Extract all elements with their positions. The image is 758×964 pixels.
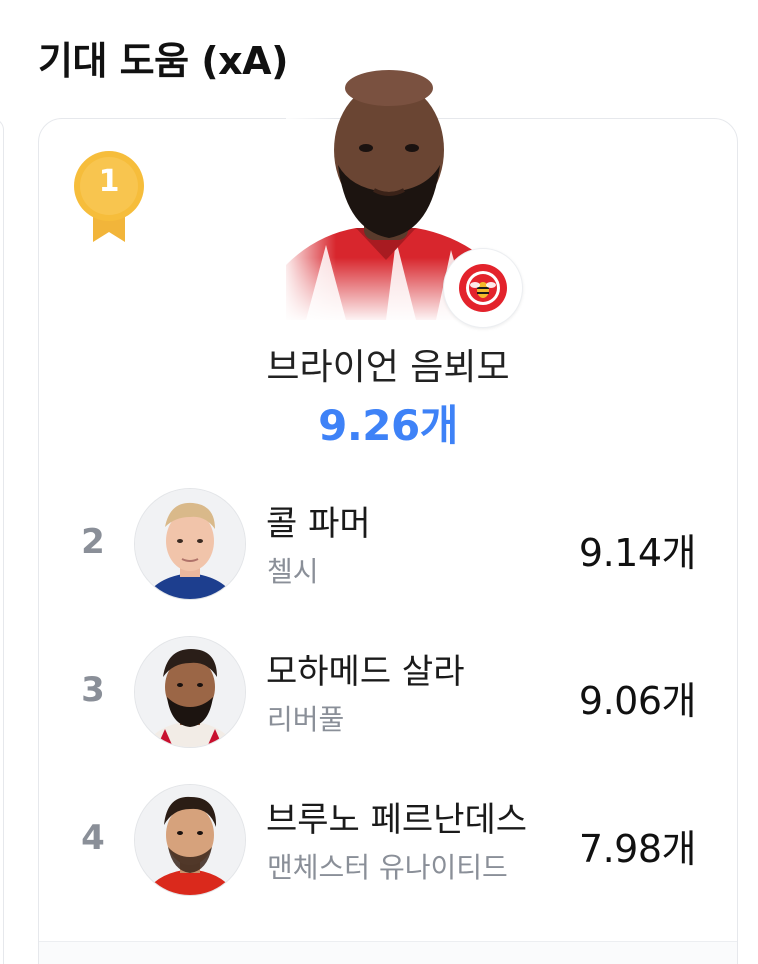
player-name: 브루노 페르난데스: [266, 800, 528, 840]
rank-number: 4: [81, 818, 105, 858]
medal-rank: 1: [98, 164, 120, 199]
list-item[interactable]: 4 브루노 페르난데스 맨체스터 유나이티드 7.98개: [38, 784, 738, 904]
card-footer[interactable]: [39, 942, 737, 964]
player-value: 9.06개: [578, 679, 697, 723]
brentford-crest-icon: [443, 248, 523, 328]
rank-number: 2: [81, 522, 105, 562]
list-item[interactable]: 3 모하메드 살라 리버풀 9.06개: [38, 636, 738, 756]
player-value: 7.98개: [578, 827, 697, 871]
avatar[interactable]: [134, 488, 246, 600]
leader-value: 9.26개: [318, 401, 458, 450]
rank-number: 3: [81, 670, 105, 710]
player-name: 모하메드 살라: [266, 652, 465, 692]
player-club: 맨체스터 유나이티드: [267, 851, 508, 884]
player-club: 첼시: [267, 555, 319, 588]
avatar[interactable]: [134, 784, 246, 896]
list-item[interactable]: 2 콜 파머 첼시 9.14개: [38, 488, 738, 608]
gold-medal-icon: 1: [71, 150, 147, 246]
section-title: 기대 도움 (xA): [38, 39, 288, 83]
player-value: 9.14개: [578, 531, 697, 575]
player-name: 콜 파머: [266, 504, 371, 544]
leader-name[interactable]: 브라이언 음뵈모: [0, 338, 758, 390]
xa-leaderboard-page: 기대 도움 (xA) 1 브라이언 음뵈모 9.26개 2 콜 파머 첼시 9.…: [0, 0, 758, 964]
avatar[interactable]: [134, 636, 246, 748]
previous-card-edge[interactable]: [0, 118, 4, 964]
player-club: 리버풀: [267, 703, 345, 736]
